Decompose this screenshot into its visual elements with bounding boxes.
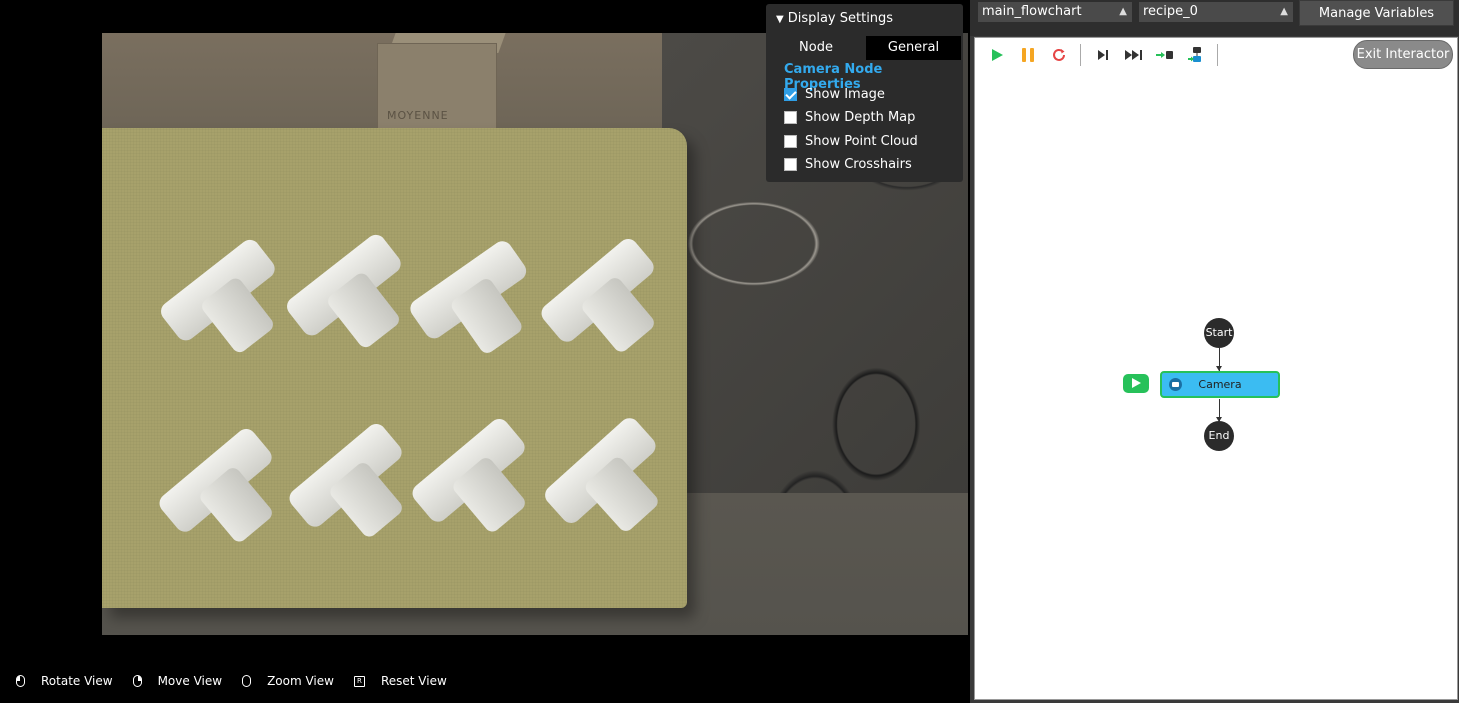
fast-forward-button[interactable] bbox=[1122, 44, 1146, 66]
pause-icon bbox=[1022, 48, 1034, 62]
camera-node[interactable]: Camera bbox=[1160, 371, 1280, 398]
show-depth-map-label: Show Depth Map bbox=[805, 109, 916, 125]
node-debug-button[interactable] bbox=[1184, 44, 1208, 66]
end-node[interactable]: End bbox=[1204, 421, 1234, 451]
restart-icon bbox=[1053, 48, 1065, 61]
toolbar-separator bbox=[1080, 44, 1081, 66]
display-settings-panel: ▼ Display Settings Node General Camera No… bbox=[766, 4, 963, 182]
recipe-select[interactable]: recipe_0 ▲ bbox=[1139, 2, 1293, 22]
play-button[interactable] bbox=[985, 44, 1009, 66]
view-controls-hints: Rotate View Move View Zoom View R Reset … bbox=[16, 672, 467, 690]
box-label: MOYENNE bbox=[387, 109, 449, 122]
camera-node-label: Camera bbox=[1198, 378, 1242, 391]
tab-general[interactable]: General bbox=[866, 36, 961, 60]
tab-node[interactable]: Node bbox=[766, 36, 866, 60]
flowchart-canvas[interactable]: Exit Interactor Start Camera End bbox=[974, 37, 1458, 700]
select-updown-icon: ▲ bbox=[1280, 6, 1288, 17]
key-r-icon: R bbox=[353, 675, 365, 687]
show-depth-map-option[interactable]: Show Depth Map bbox=[784, 108, 915, 126]
show-point-cloud-option[interactable]: Show Point Cloud bbox=[784, 132, 918, 150]
show-point-cloud-checkbox[interactable] bbox=[784, 134, 797, 148]
display-settings-title: Display Settings bbox=[787, 11, 894, 26]
step-into-icon bbox=[1156, 51, 1173, 59]
select-updown-icon: ▲ bbox=[1119, 6, 1127, 17]
show-point-cloud-label: Show Point Cloud bbox=[805, 133, 918, 149]
zoom-view-label: Zoom View bbox=[267, 674, 334, 688]
show-depth-map-checkbox[interactable] bbox=[784, 110, 797, 124]
flowchart-select-value: main_flowchart bbox=[982, 4, 1082, 19]
node-debug-icon bbox=[1188, 47, 1201, 62]
exit-interactor-button[interactable]: Exit Interactor bbox=[1353, 40, 1453, 69]
3d-viewer[interactable]: MOYENNE ▼ Display Settings Node General C… bbox=[0, 0, 970, 703]
flowchart-top-bar: main_flowchart ▲ recipe_0 ▲ Manage Varia… bbox=[970, 0, 1459, 36]
show-image-option[interactable]: Show Image bbox=[784, 85, 885, 103]
collapse-triangle-icon[interactable]: ▼ bbox=[776, 14, 784, 25]
toolbar-separator bbox=[1217, 44, 1218, 66]
display-settings-header[interactable]: ▼ Display Settings bbox=[776, 11, 893, 26]
show-crosshairs-option[interactable]: Show Crosshairs bbox=[784, 155, 912, 173]
mouse-wheel-icon bbox=[242, 675, 252, 687]
fast-forward-icon bbox=[1125, 50, 1142, 60]
flowchart-panel: main_flowchart ▲ recipe_0 ▲ Manage Varia… bbox=[970, 0, 1459, 703]
manage-variables-button[interactable]: Manage Variables bbox=[1299, 0, 1454, 26]
camera-icon bbox=[1169, 378, 1182, 391]
flowchart-toolbar bbox=[985, 44, 1228, 66]
step-button[interactable] bbox=[1091, 44, 1115, 66]
mouse-left-icon bbox=[16, 675, 25, 687]
step-into-button[interactable] bbox=[1153, 44, 1177, 66]
display-settings-tabs: Node General bbox=[766, 36, 963, 60]
restart-button[interactable] bbox=[1047, 44, 1071, 66]
rotate-view-label: Rotate View bbox=[41, 674, 113, 688]
pvc-tee-part bbox=[522, 393, 691, 562]
recipe-select-value: recipe_0 bbox=[1143, 4, 1198, 19]
reset-view-label: Reset View bbox=[380, 674, 447, 688]
show-image-label: Show Image bbox=[805, 86, 885, 102]
felt-board bbox=[102, 128, 687, 608]
mouse-right-icon bbox=[132, 675, 142, 687]
move-view-label: Move View bbox=[157, 674, 223, 688]
show-crosshairs-checkbox[interactable] bbox=[784, 157, 797, 171]
pvc-tee-part bbox=[519, 213, 688, 382]
flowchart-select[interactable]: main_flowchart ▲ bbox=[978, 2, 1132, 22]
step-icon bbox=[1098, 50, 1108, 60]
start-node[interactable]: Start bbox=[1204, 318, 1234, 348]
show-image-checkbox[interactable] bbox=[784, 87, 797, 101]
show-crosshairs-label: Show Crosshairs bbox=[805, 156, 912, 172]
pause-button[interactable] bbox=[1016, 44, 1040, 66]
play-icon bbox=[991, 49, 1003, 61]
run-node-indicator-icon[interactable] bbox=[1123, 374, 1149, 393]
